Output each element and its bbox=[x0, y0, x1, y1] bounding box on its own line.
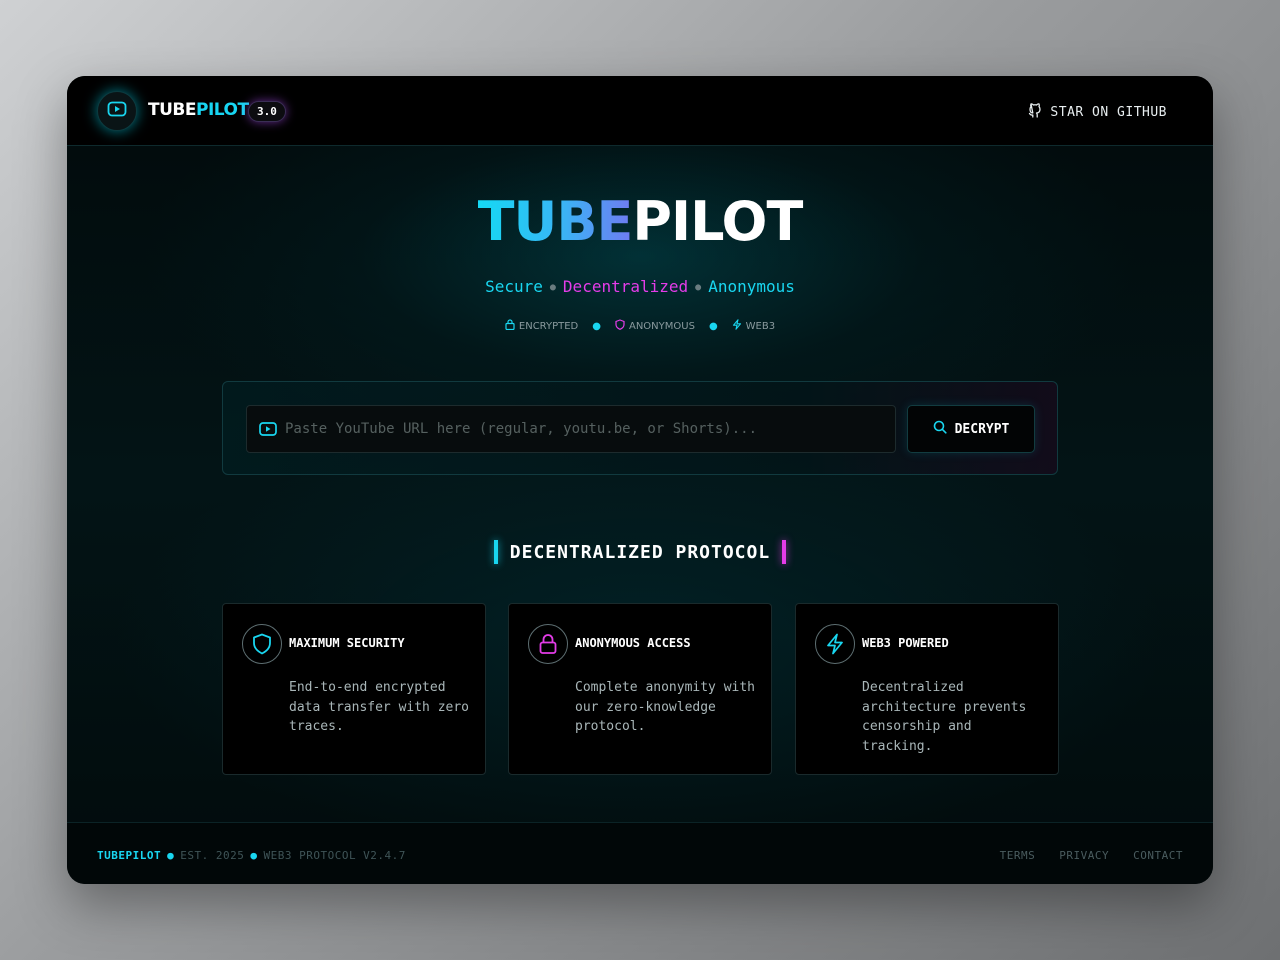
feature-title: WEB3 POWERED bbox=[862, 636, 949, 650]
badge-web3: WEB3 bbox=[732, 319, 775, 333]
footer: TUBEPILOT ● EST. 2025 ● WEB3 PROTOCOL V2.4.7… bbox=[67, 822, 1213, 884]
footer-info: TUBEPILOT ● EST. 2025 ● WEB3 PROTOCOL V2.4.7 bbox=[97, 849, 406, 862]
heading-accent-left bbox=[493, 540, 498, 564]
footer-link-terms[interactable]: TERMS bbox=[1000, 849, 1036, 862]
shield-icon bbox=[242, 624, 282, 664]
heading-accent-right bbox=[782, 540, 787, 564]
decrypt-label: DECRYPT bbox=[954, 421, 1010, 437]
feature-description: End-to-end encrypted data transfer with … bbox=[289, 680, 470, 734]
tagline-separator: ● bbox=[695, 282, 702, 293]
footer-brand: TUBEPILOT bbox=[97, 849, 162, 862]
github-icon bbox=[1028, 102, 1042, 122]
badge-separator: ● bbox=[708, 320, 718, 332]
section-heading: DECENTRALIZED PROTOCOL bbox=[67, 540, 1213, 564]
github-label: STAR ON GITHUB bbox=[1050, 104, 1167, 120]
lock-icon bbox=[505, 319, 515, 333]
url-search-panel: DECRYPT bbox=[222, 381, 1058, 475]
hero-title: TUBEPILOT bbox=[67, 190, 1213, 253]
footer-separator: ● bbox=[250, 849, 258, 862]
badge-label: ANONYMOUS bbox=[628, 320, 695, 332]
badge-encrypted: ENCRYPTED bbox=[505, 319, 578, 333]
tagline: Secure ● Decentralized ● Anonymous bbox=[67, 277, 1213, 296]
tagline-secure: Secure bbox=[485, 277, 543, 296]
bolt-icon bbox=[815, 624, 855, 664]
tagline-separator: ● bbox=[549, 282, 556, 293]
feature-title: ANONYMOUS ACCESS bbox=[575, 636, 691, 650]
bolt-icon bbox=[732, 319, 742, 333]
footer-link-privacy[interactable]: PRIVACY bbox=[1059, 849, 1109, 862]
footer-separator: ● bbox=[167, 849, 175, 862]
decrypt-button[interactable]: DECRYPT bbox=[907, 405, 1035, 453]
badge-anonymous: ANONYMOUS bbox=[615, 319, 695, 333]
brand-logo[interactable]: TUBEPILOT bbox=[148, 100, 249, 120]
hero-title-gradient: TUBE bbox=[477, 190, 634, 253]
feature-description: Decentralized architecture prevents cens… bbox=[862, 680, 1027, 754]
logo-badge[interactable] bbox=[97, 91, 137, 131]
top-nav: TUBEPILOT 3.0 STAR ON GITHUB bbox=[67, 76, 1213, 146]
section-heading-text: DECENTRALIZED PROTOCOL bbox=[509, 541, 771, 563]
footer-protocol: WEB3 PROTOCOL V2.4.7 bbox=[263, 849, 406, 862]
tagline-decentralized: Decentralized bbox=[562, 277, 689, 296]
feature-description: Complete anonymity with our zero-knowled… bbox=[575, 680, 756, 734]
youtube-url-input[interactable] bbox=[285, 406, 885, 452]
brand-part-cyan: PILOT bbox=[195, 100, 249, 120]
feature-card-security: MAXIMUM SECURITY End-to-end encrypted da… bbox=[222, 603, 486, 775]
version-badge: 3.0 bbox=[248, 101, 286, 122]
hero-title-white: PILOT bbox=[632, 190, 803, 253]
youtube-icon bbox=[259, 421, 277, 440]
url-input-wrapper bbox=[246, 405, 896, 453]
feature-title: MAXIMUM SECURITY bbox=[289, 636, 405, 650]
brand-part-white: TUBE bbox=[148, 100, 196, 120]
youtube-play-icon bbox=[107, 101, 127, 121]
footer-est: EST. 2025 bbox=[180, 849, 245, 862]
feature-badges: ENCRYPTED ● ANONYMOUS ● WEB3 bbox=[67, 319, 1213, 333]
feature-card-anonymous: ANONYMOUS ACCESS Complete anonymity with… bbox=[508, 603, 772, 775]
lock-icon bbox=[528, 624, 568, 664]
search-icon bbox=[933, 420, 947, 438]
badge-label: ENCRYPTED bbox=[518, 320, 579, 332]
footer-links: TERMS PRIVACY CONTACT bbox=[1000, 849, 1183, 862]
tagline-anonymous: Anonymous bbox=[708, 277, 795, 296]
shield-icon bbox=[615, 319, 625, 333]
footer-link-contact[interactable]: CONTACT bbox=[1133, 849, 1183, 862]
badge-separator: ● bbox=[592, 320, 601, 332]
app-window: TUBEPILOT 3.0 STAR ON GITHUB TUBEPILOT S… bbox=[67, 76, 1213, 884]
badge-label: WEB3 bbox=[745, 320, 776, 332]
star-on-github-link[interactable]: STAR ON GITHUB bbox=[1028, 102, 1167, 122]
feature-card-web3: WEB3 POWERED Decentralized architecture … bbox=[795, 603, 1059, 775]
